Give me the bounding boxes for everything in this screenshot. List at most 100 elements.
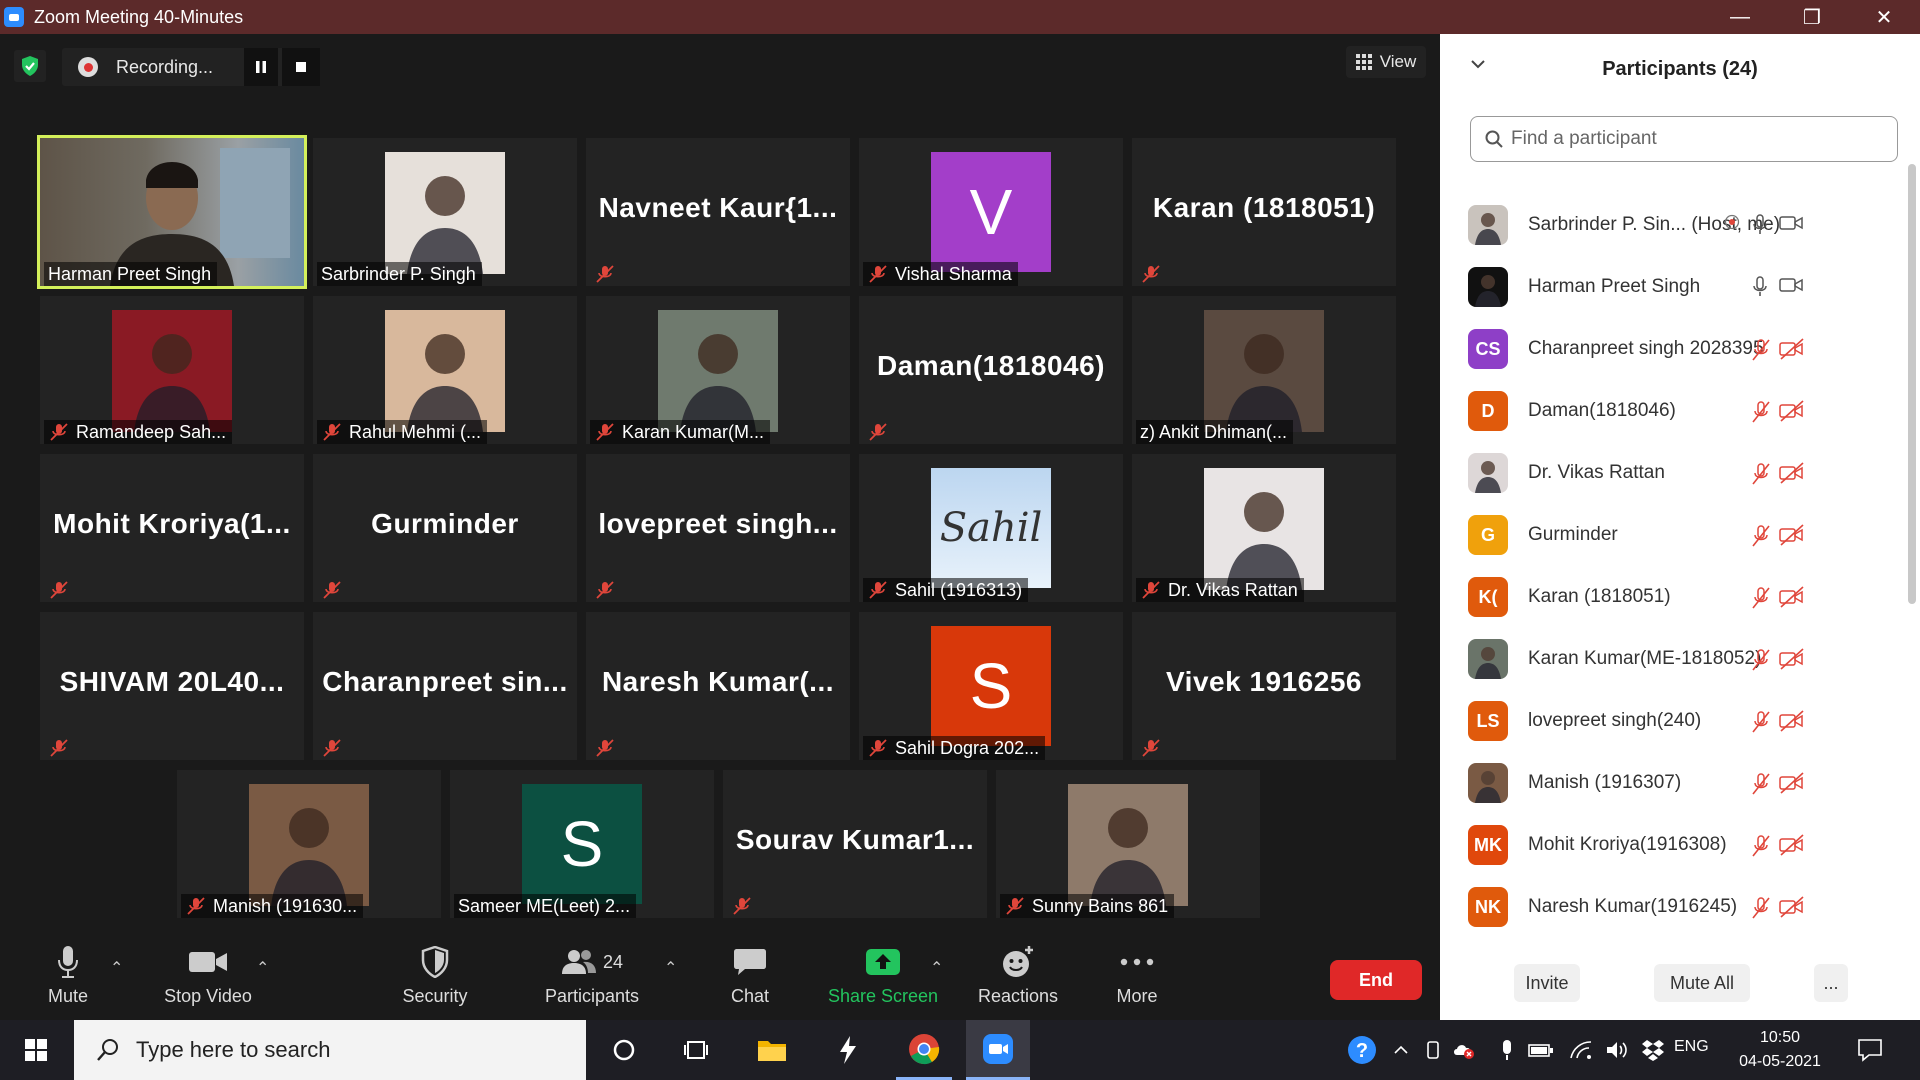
video-tile[interactable]: Naresh Kumar(...	[586, 612, 850, 760]
mute-button[interactable]: Mute	[38, 940, 98, 1020]
video-tile[interactable]: Harman Preet Singh	[37, 135, 307, 289]
video-tile[interactable]: Daman(1818046)	[859, 296, 1123, 444]
taskbar-search-box[interactable]: Type here to search	[74, 1020, 586, 1080]
video-tile[interactable]: Sourav Kumar1...	[723, 770, 987, 918]
video-tile[interactable]: Vivek 1916256	[1132, 612, 1396, 760]
video-tile[interactable]: V Vishal Sharma	[859, 138, 1123, 286]
video-tile[interactable]: z) Ankit Dhiman(...	[1132, 296, 1396, 444]
participant-mic-muted[interactable]	[1750, 400, 1772, 429]
video-tile[interactable]: Navneet Kaur{1...	[586, 138, 850, 286]
participant-list-scrollbar[interactable]	[1908, 164, 1916, 604]
end-meeting-button[interactable]: End	[1330, 960, 1422, 1000]
participant-row[interactable]: Sarbrinder P. Sin... (Host, me)	[1440, 194, 1910, 256]
minimize-button[interactable]: —	[1704, 0, 1776, 34]
participant-row[interactable]: CS Charanpreet singh 2028395	[1440, 318, 1910, 380]
dropbox-tray-button[interactable]	[1640, 1020, 1666, 1080]
video-tile[interactable]: S Sameer ME(Leet) 2...	[450, 770, 714, 918]
participant-video-off[interactable]	[1779, 586, 1805, 613]
audio-options-caret-icon[interactable]: ⌃	[110, 958, 123, 978]
participant-video-off[interactable]	[1779, 524, 1805, 551]
panel-more-button[interactable]: ...	[1814, 964, 1848, 1002]
video-tile[interactable]: Gurminder	[313, 454, 577, 602]
participant-mic-muted[interactable]	[1750, 524, 1772, 553]
video-tile[interactable]: Mohit Kroriya(1...	[40, 454, 304, 602]
participant-video-off[interactable]	[1779, 648, 1805, 675]
participant-mic-muted[interactable]	[1750, 834, 1772, 863]
video-tile[interactable]: Manish (191630...	[177, 770, 441, 918]
participant-row[interactable]: NK Naresh Kumar(1916245)	[1440, 876, 1910, 938]
share-options-caret-icon[interactable]: ⌃	[930, 958, 943, 978]
participant-mic-muted[interactable]	[1750, 338, 1772, 367]
participant-mic-muted[interactable]	[1750, 710, 1772, 739]
video-tile[interactable]: Dr. Vikas Rattan	[1132, 454, 1396, 602]
video-options-caret-icon[interactable]: ⌃	[256, 958, 269, 978]
chat-button[interactable]: Chat	[722, 940, 778, 1020]
video-tile[interactable]: S Sahil Dogra 202...	[859, 612, 1123, 760]
participant-video-off[interactable]	[1779, 896, 1805, 923]
participant-row[interactable]: K(Karan (1818051)	[1440, 566, 1910, 628]
stop-video-button[interactable]: Stop Video	[160, 940, 256, 1020]
participant-mic-muted[interactable]	[1750, 896, 1772, 925]
participant-row[interactable]: G Gurminder	[1440, 504, 1910, 566]
stop-recording-button[interactable]	[282, 48, 320, 86]
participant-row[interactable]: Harman Preet Singh	[1440, 256, 1910, 318]
microphone-tray-button[interactable]	[1496, 1020, 1518, 1080]
tray-device-icon-button[interactable]	[1422, 1020, 1444, 1080]
close-window-button[interactable]: ✕	[1848, 0, 1920, 34]
video-tile[interactable]: Karan (1818051)	[1132, 138, 1396, 286]
participants-button[interactable]: 24 Participants	[540, 940, 644, 1020]
participant-video-on[interactable]	[1779, 276, 1803, 299]
participant-mic-muted[interactable]	[1750, 586, 1772, 615]
taskbar-clock[interactable]: 10:50 04-05-2021	[1720, 1026, 1840, 1074]
participant-mic-muted[interactable]	[1750, 648, 1772, 677]
participant-row[interactable]: MK Mohit Kroriya(1916308)	[1440, 814, 1910, 876]
security-button[interactable]: Security	[398, 940, 472, 1020]
show-hidden-icons-button[interactable]	[1390, 1020, 1412, 1080]
participant-mic-muted[interactable]	[1750, 772, 1772, 801]
app-bolt-button[interactable]	[828, 1020, 868, 1080]
video-tile[interactable]: Sarbrinder P. Singh	[313, 138, 577, 286]
volume-tray-button[interactable]	[1604, 1020, 1630, 1080]
participant-row[interactable]: Dr. Vikas Rattan	[1440, 442, 1910, 504]
task-view-button[interactable]	[676, 1020, 716, 1080]
input-language-indicator[interactable]: ENG	[1674, 1038, 1709, 1056]
video-tile[interactable]: lovepreet singh...	[586, 454, 850, 602]
more-button[interactable]: More	[1110, 940, 1164, 1020]
participant-video-off[interactable]	[1779, 710, 1805, 737]
help-tray-button[interactable]: ?	[1344, 1020, 1380, 1080]
participant-video-off[interactable]	[1779, 834, 1805, 861]
file-explorer-button[interactable]	[752, 1020, 792, 1080]
wifi-tray-button[interactable]	[1568, 1020, 1594, 1080]
pause-recording-button[interactable]	[244, 48, 278, 86]
find-participant-input[interactable]	[1511, 128, 1871, 150]
participant-row[interactable]: Manish (1916307)	[1440, 752, 1910, 814]
participant-mic-on[interactable]	[1752, 214, 1768, 241]
encryption-shield-button[interactable]	[14, 50, 46, 82]
participant-mic-on[interactable]	[1752, 276, 1768, 303]
invite-button[interactable]: Invite	[1514, 964, 1580, 1002]
participant-row[interactable]: LS lovepreet singh(240)	[1440, 690, 1910, 752]
video-tile[interactable]: Charanpreet sin...	[313, 612, 577, 760]
video-tile[interactable]: Rahul Mehmi (...	[313, 296, 577, 444]
participants-options-caret-icon[interactable]: ⌃	[664, 958, 677, 978]
video-tile[interactable]: Karan Kumar(M...	[586, 296, 850, 444]
participant-mic-muted[interactable]	[1750, 462, 1772, 491]
battery-tray-button[interactable]	[1526, 1020, 1556, 1080]
restore-button[interactable]: ❐	[1776, 0, 1848, 34]
video-tile[interactable]: SHIVAM 20L40...	[40, 612, 304, 760]
video-tile[interactable]: Sahil Sahil (1916313)	[859, 454, 1123, 602]
view-button[interactable]: View	[1346, 46, 1426, 78]
chrome-taskbar-button[interactable]	[896, 1020, 952, 1080]
zoom-taskbar-button[interactable]	[966, 1020, 1030, 1080]
start-button[interactable]	[16, 1020, 56, 1080]
video-tile[interactable]: Sunny Bains 861	[996, 770, 1260, 918]
reactions-button[interactable]: Reactions	[972, 940, 1064, 1020]
notifications-button[interactable]	[1850, 1020, 1890, 1080]
share-screen-button[interactable]: Share Screen	[822, 940, 944, 1020]
participant-video-off[interactable]	[1779, 772, 1805, 799]
onedrive-tray-button[interactable]	[1450, 1020, 1478, 1080]
participant-video-off[interactable]	[1779, 462, 1805, 489]
video-tile[interactable]: Ramandeep Sah...	[40, 296, 304, 444]
participant-video-off[interactable]	[1779, 338, 1805, 365]
participant-video-off[interactable]	[1779, 400, 1805, 427]
